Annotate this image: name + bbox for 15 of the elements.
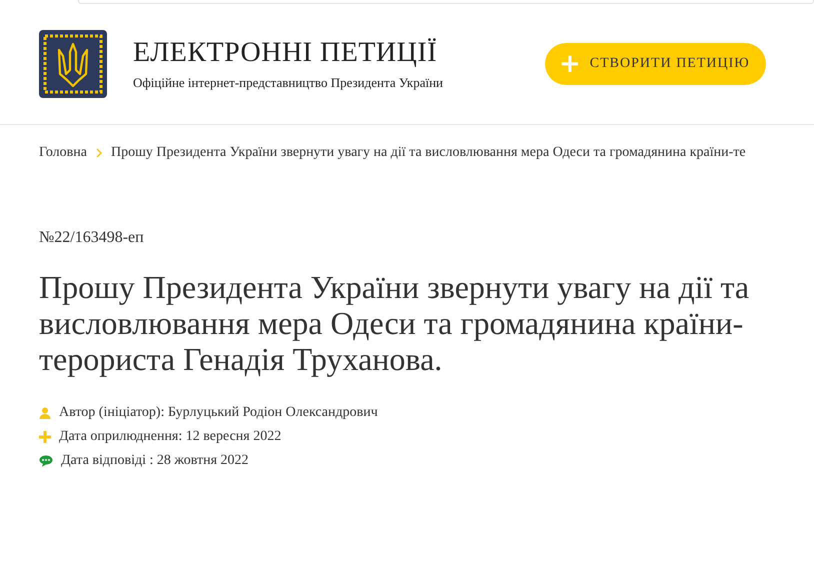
person-icon (39, 407, 51, 419)
meta-text: Дата відповіді : 28 жовтня 2022 (61, 453, 249, 469)
meta-text: Автор (ініціатор): Бурлуцький Родіон Олександрович (59, 405, 378, 421)
site-subtitle: Офіційне інтернет-представництво Президента України (133, 75, 444, 91)
plus-icon (39, 431, 51, 443)
breadcrumb-link[interactable]: Головна (39, 145, 87, 161)
petition-number: №22/163498-еп (39, 229, 145, 247)
chevron-icon (96, 148, 102, 158)
speech-bubble-icon (39, 455, 53, 467)
create-petition-button[interactable]: + СТВОРИТИ ПЕТИЦІЮ (545, 43, 766, 85)
site-title[interactable]: ЕЛЕКТРОННІ ПЕТИЦІЇ (133, 37, 523, 69)
meta-text: Дата оприлюднення: 12 вересня 2022 (59, 429, 282, 445)
breadcrumb-current: Прошу Президента України звернути увагу на дії та висловлювання мера Одеси та громадянина країни-те (110, 145, 746, 161)
trident-logo[interactable] (39, 30, 107, 98)
petition-title: Прошу Президента України звернути увагу на дії та висловлювання мера Одеси та громадянина країни-терориста Генадія Труханова. (39, 269, 750, 377)
